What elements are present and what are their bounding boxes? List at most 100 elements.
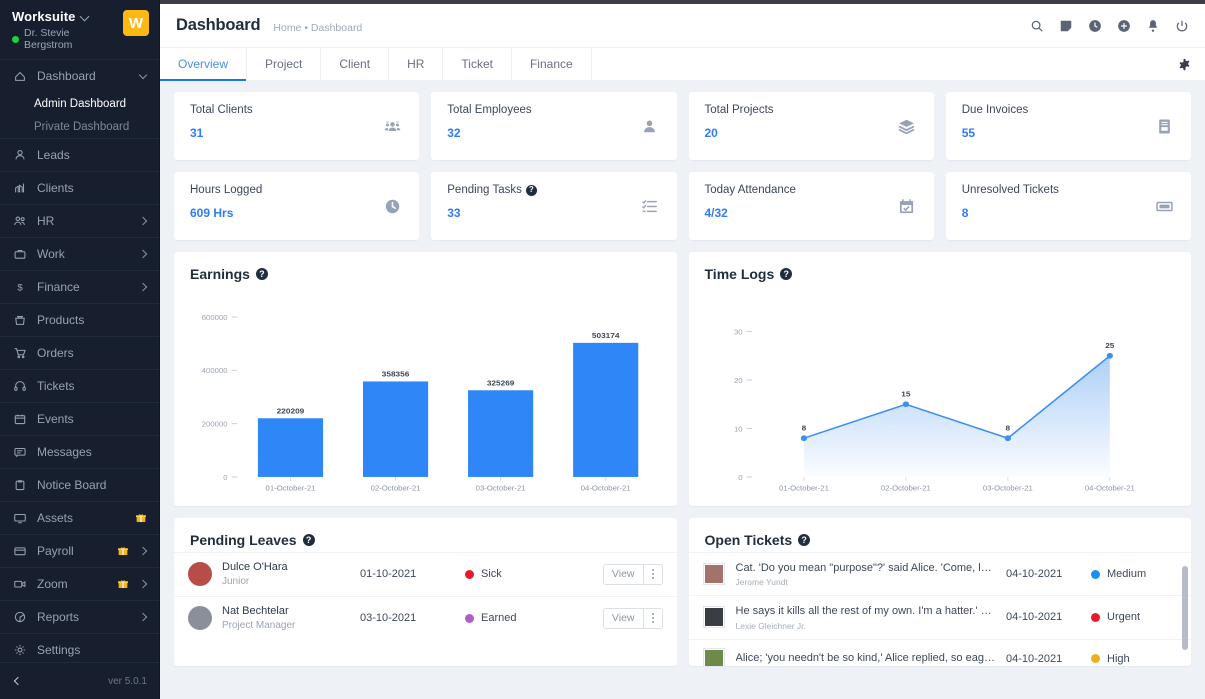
tab-client[interactable]: Client bbox=[321, 48, 390, 80]
sidebar-subitem-private-dashboard[interactable]: Private Dashboard bbox=[0, 115, 159, 138]
stat-card-total-clients[interactable]: Total Clients 31 bbox=[174, 92, 420, 160]
plus-circle-icon[interactable] bbox=[1116, 18, 1131, 33]
help-icon[interactable]: ? bbox=[255, 268, 268, 280]
stat-card-total-projects[interactable]: Total Projects 20 bbox=[688, 92, 934, 160]
stat-card-today-attendance[interactable]: Today Attendance 4/32 bbox=[688, 172, 934, 240]
sidebar-item-dashboard[interactable]: Dashboard bbox=[0, 59, 159, 92]
tickets-scrollbar[interactable] bbox=[1182, 566, 1188, 662]
sidebar-item-payroll[interactable]: Payroll bbox=[0, 534, 159, 567]
stat-card-title: Hours Logged bbox=[190, 184, 381, 196]
sidebar-item-label: Reports bbox=[37, 610, 80, 624]
tab-ticket[interactable]: Ticket bbox=[443, 48, 512, 80]
open-tickets-panel: Open Tickets ? Cat. 'Do you mean "purpos… bbox=[688, 518, 1191, 666]
sidebar-item-label: Messages bbox=[37, 445, 92, 459]
pending-leave-row[interactable]: Dulce O'Hara Junior 01-10-2021 Sick View bbox=[174, 552, 677, 596]
leave-user-name: Nat Bechtelar bbox=[222, 604, 289, 617]
chevron-right-icon[interactable] bbox=[139, 547, 147, 555]
note-icon[interactable] bbox=[1058, 18, 1073, 33]
charts-row: Earnings ? 0 200000 400000 600000 220209 01-O… bbox=[174, 252, 1191, 506]
chevron-right-icon[interactable] bbox=[139, 613, 147, 621]
stat-card-unresolved-tickets[interactable]: Unresolved Tickets 8 bbox=[945, 172, 1191, 240]
sidebar-item-finance[interactable]: $ Finance bbox=[0, 270, 159, 303]
timelogs-chart-canvas: 0 10 20 30 8 01-October-21 15 02-October-21 8 03-… bbox=[695, 292, 1182, 502]
stat-card-title-text: Hours Logged bbox=[190, 184, 263, 196]
header-icons bbox=[1029, 18, 1189, 33]
avatar bbox=[702, 647, 725, 666]
tab-finance[interactable]: Finance bbox=[512, 48, 592, 80]
pending-leave-row[interactable]: Nat Bechtelar Project Manager 03-10-2021 Ea… bbox=[174, 595, 677, 640]
sidebar-item-orders[interactable]: Orders bbox=[0, 336, 159, 369]
stat-card-hours-logged[interactable]: Hours Logged 609 Hrs bbox=[174, 172, 420, 240]
sidebar-item-label: Payroll bbox=[37, 544, 74, 558]
breadcrumb: Home • Dashboard bbox=[273, 21, 363, 34]
collapse-sidebar-icon[interactable] bbox=[12, 676, 22, 686]
tab-project[interactable]: Project bbox=[247, 48, 322, 80]
sidebar-item-label: Work bbox=[37, 247, 65, 261]
open-ticket-row[interactable]: Alice; 'you needn't be so kind,' Alice r… bbox=[688, 638, 1191, 666]
clock-icon[interactable] bbox=[1087, 18, 1102, 33]
brand-header[interactable]: Worksuite Dr. Stevie Bergstrom W bbox=[0, 0, 159, 59]
monitor-icon bbox=[12, 511, 27, 526]
chevron-right-icon[interactable] bbox=[139, 250, 147, 258]
chevron-down-icon[interactable] bbox=[139, 72, 147, 80]
sidebar-item-hr[interactable]: HR bbox=[0, 204, 159, 237]
piechart-icon bbox=[12, 610, 27, 625]
more-options-icon[interactable] bbox=[642, 564, 662, 584]
sidebar-item-messages[interactable]: Messages bbox=[0, 435, 159, 468]
help-icon[interactable]: ? bbox=[798, 534, 811, 546]
help-icon[interactable]: ? bbox=[302, 534, 315, 546]
settings-gear-icon[interactable] bbox=[1178, 58, 1191, 71]
search-icon[interactable] bbox=[1029, 18, 1044, 33]
earnings-chart: 0 200000 400000 600000 220209 01-October-21 35… bbox=[174, 286, 677, 506]
earnings-panel-title: Earnings ? bbox=[174, 252, 677, 286]
open-ticket-row[interactable]: He says it kills all the rest of my own.… bbox=[688, 595, 1191, 638]
stat-card-pending-tasks[interactable]: Pending Tasks? 33 bbox=[431, 172, 677, 240]
power-icon[interactable] bbox=[1174, 18, 1189, 33]
sidebar-item-products[interactable]: Products bbox=[0, 303, 159, 336]
pending-leaves-panel: Pending Leaves ? Dulce O'Hara Junior 01-10… bbox=[174, 518, 677, 666]
sidebar-item-leads[interactable]: Leads bbox=[0, 138, 159, 171]
sidebar-item-clients[interactable]: Clients bbox=[0, 171, 159, 204]
sidebar-item-settings[interactable]: Settings bbox=[0, 633, 159, 662]
home-icon bbox=[12, 69, 27, 84]
sidebar-nav: Dashboard Admin Dashboard Private Dashboar… bbox=[0, 59, 159, 662]
tab-overview[interactable]: Overview bbox=[160, 48, 248, 81]
sidebar-item-notice-board[interactable]: Notice Board bbox=[0, 468, 159, 501]
sidebar-subitem-admin-dashboard[interactable]: Admin Dashboard bbox=[0, 92, 159, 115]
stat-card-due-invoices[interactable]: Due Invoices 55 bbox=[945, 92, 1191, 160]
chevron-right-icon[interactable] bbox=[139, 580, 147, 588]
stat-card-value: 8 bbox=[961, 206, 969, 220]
stat-card-value: 31 bbox=[190, 126, 204, 140]
sidebar-item-tickets[interactable]: Tickets bbox=[0, 369, 159, 402]
tickets-scrollbar-thumb[interactable] bbox=[1182, 566, 1188, 650]
more-options-icon[interactable] bbox=[642, 608, 662, 628]
sidebar-item-events[interactable]: Events bbox=[0, 402, 159, 435]
view-button[interactable]: View bbox=[604, 609, 643, 628]
person-icon bbox=[639, 115, 661, 137]
sidebar-item-label: Settings bbox=[37, 643, 81, 657]
app-version: ver 5.0.1 bbox=[108, 675, 147, 687]
sidebar-item-zoom[interactable]: Zoom bbox=[0, 567, 159, 600]
stat-card-title-text: Due Invoices bbox=[961, 104, 1029, 116]
chevron-right-icon[interactable] bbox=[139, 217, 147, 225]
ticket-date: 04-10-2021 bbox=[1006, 611, 1063, 624]
ticket-main: Alice; 'you needn't be so kind,' Alice r… bbox=[736, 651, 996, 665]
view-button[interactable]: View bbox=[604, 565, 643, 584]
sidebar-item-assets[interactable]: Assets bbox=[0, 501, 159, 534]
sidebar-item-work[interactable]: Work bbox=[0, 237, 159, 270]
leave-type-label: Earned bbox=[481, 612, 517, 625]
help-icon[interactable]: ? bbox=[525, 184, 537, 196]
stat-card-title-text: Total Employees bbox=[447, 104, 532, 116]
stat-card-total-employees[interactable]: Total Employees 32 bbox=[431, 92, 677, 160]
chevron-right-icon[interactable] bbox=[139, 283, 147, 291]
tab-hr[interactable]: HR bbox=[389, 48, 444, 80]
help-icon[interactable]: ? bbox=[780, 268, 793, 280]
timelogs-panel: Time Logs ? 0 10 20 30 8 01-October-21 15 02-Oc… bbox=[688, 252, 1191, 506]
sidebar-item-reports[interactable]: Reports bbox=[0, 600, 159, 633]
leave-date: 01-10-2021 bbox=[360, 568, 417, 581]
avatar bbox=[188, 606, 212, 631]
chevron-down-icon[interactable] bbox=[81, 12, 90, 21]
bell-icon[interactable] bbox=[1145, 18, 1160, 33]
open-ticket-row[interactable]: Cat. 'Do you mean "purpose"?' said Alice… bbox=[688, 552, 1191, 595]
leave-type-dot bbox=[465, 569, 474, 579]
